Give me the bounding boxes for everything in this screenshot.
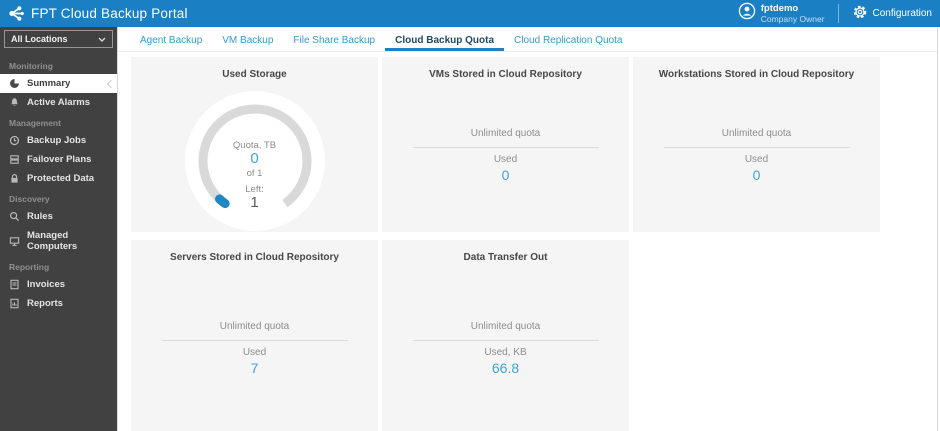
quota-text: Unlimited quota [382, 321, 629, 332]
used-label: Used [131, 347, 378, 358]
gauge-of-label: of 1 [182, 168, 328, 179]
sidebar-item-label: Managed Computers [27, 230, 108, 252]
sidebar-item-label: Invoices [27, 279, 65, 290]
sidebar-item-label: Summary [27, 78, 70, 89]
user-menu[interactable]: fptdemo Company Owner [738, 2, 825, 25]
sidebar-item-label: Reports [27, 298, 63, 309]
gauge-left-value: 1 [182, 194, 328, 211]
sidebar-item-summary[interactable]: Summary [0, 74, 117, 93]
gauge-used-value: 0 [182, 150, 328, 167]
card-title: Servers Stored in Cloud Repository [131, 240, 378, 263]
configuration-label: Configuration [873, 8, 932, 19]
separator [413, 147, 599, 148]
sidebar-item-label: Protected Data [27, 173, 94, 184]
quota-text: Unlimited quota [633, 128, 880, 139]
tab-bar: Agent Backup VM Backup File Share Backup… [118, 29, 940, 52]
used-label: Used [633, 154, 880, 165]
vms-stored-card: VMs Stored in Cloud Repository Unlimited… [382, 57, 629, 232]
data-transfer-out-card: Data Transfer Out Unlimited quota Used, … [382, 240, 629, 431]
header-divider [838, 4, 839, 23]
app-header: FPT Cloud Backup Portal fptdemo Company … [0, 0, 940, 27]
sidebar-item-managed-computers[interactable]: Managed Computers [0, 226, 117, 256]
separator [413, 340, 599, 341]
cards-area: Used Storage Quota, TB 0 of 1 Left: 1 [118, 52, 940, 431]
used-value: 7 [131, 360, 378, 376]
sidebar: All Locations Monitoring Summary Active … [0, 27, 118, 431]
sidebar-section-reporting: Reporting [0, 256, 117, 275]
gear-icon [852, 4, 868, 23]
used-label: Used, KB [382, 347, 629, 358]
sidebar-item-failover-plans[interactable]: Failover Plans [0, 150, 117, 169]
sidebar-item-backup-jobs[interactable]: Backup Jobs [0, 131, 117, 150]
card-title: Data Transfer Out [382, 240, 629, 263]
sidebar-item-invoices[interactable]: Invoices [0, 275, 117, 294]
tab-file-share-backup[interactable]: File Share Backup [283, 29, 385, 51]
quota-text: Unlimited quota [382, 128, 629, 139]
invoice-icon [9, 279, 20, 290]
separator [162, 340, 348, 341]
magnifier-icon [9, 211, 20, 222]
fpt-logo-icon [8, 5, 25, 22]
sidebar-item-reports[interactable]: Reports [0, 294, 117, 313]
quota-text: Unlimited quota [131, 321, 378, 332]
used-value: 0 [633, 167, 880, 183]
monitor-icon [9, 236, 20, 247]
card-title: VMs Stored in Cloud Repository [382, 57, 629, 80]
lock-icon [9, 173, 20, 184]
server-stack-icon [9, 154, 20, 165]
main-area: Agent Backup VM Backup File Share Backup… [118, 27, 940, 431]
card-title: Used Storage [131, 57, 378, 80]
chevron-down-icon [98, 34, 106, 44]
tab-cloud-replication-quota[interactable]: Cloud Replication Quota [504, 29, 632, 51]
used-label: Used [382, 154, 629, 165]
card-title: Workstations Stored in Cloud Repository [633, 57, 880, 80]
used-storage-card: Used Storage Quota, TB 0 of 1 Left: 1 [131, 57, 378, 232]
used-value: 0 [382, 167, 629, 183]
sidebar-item-rules[interactable]: Rules [0, 207, 117, 226]
workstations-stored-card: Workstations Stored in Cloud Repository … [633, 57, 880, 232]
bell-icon [9, 97, 20, 108]
sidebar-item-label: Failover Plans [27, 154, 91, 165]
user-name: fptdemo [761, 4, 825, 14]
sidebar-item-active-alarms[interactable]: Active Alarms [0, 93, 117, 112]
storage-quota-gauge: Quota, TB 0 of 1 Left: 1 [182, 88, 328, 234]
pie-chart-icon [9, 78, 20, 89]
clock-icon [9, 135, 20, 146]
tab-cloud-backup-quota[interactable]: Cloud Backup Quota [385, 29, 504, 51]
user-avatar-icon [738, 2, 756, 25]
sidebar-section-discovery: Discovery [0, 188, 117, 207]
report-icon [9, 298, 20, 309]
sidebar-item-label: Active Alarms [27, 97, 90, 108]
sidebar-section-monitoring: Monitoring [0, 55, 117, 74]
configuration-button[interactable]: Configuration [852, 4, 932, 23]
sidebar-section-management: Management [0, 112, 117, 131]
location-selector[interactable]: All Locations [4, 30, 113, 48]
servers-stored-card: Servers Stored in Cloud Repository Unlim… [131, 240, 378, 431]
separator [664, 147, 850, 148]
app-title: FPT Cloud Backup Portal [31, 6, 188, 21]
sidebar-item-label: Backup Jobs [27, 135, 86, 146]
sidebar-item-protected-data[interactable]: Protected Data [0, 169, 117, 188]
used-value: 66.8 [382, 360, 629, 376]
sidebar-item-label: Rules [27, 211, 53, 222]
user-role: Company Owner [761, 14, 825, 24]
tab-agent-backup[interactable]: Agent Backup [130, 29, 212, 51]
tab-vm-backup[interactable]: VM Backup [212, 29, 283, 51]
location-selector-value: All Locations [11, 34, 68, 44]
